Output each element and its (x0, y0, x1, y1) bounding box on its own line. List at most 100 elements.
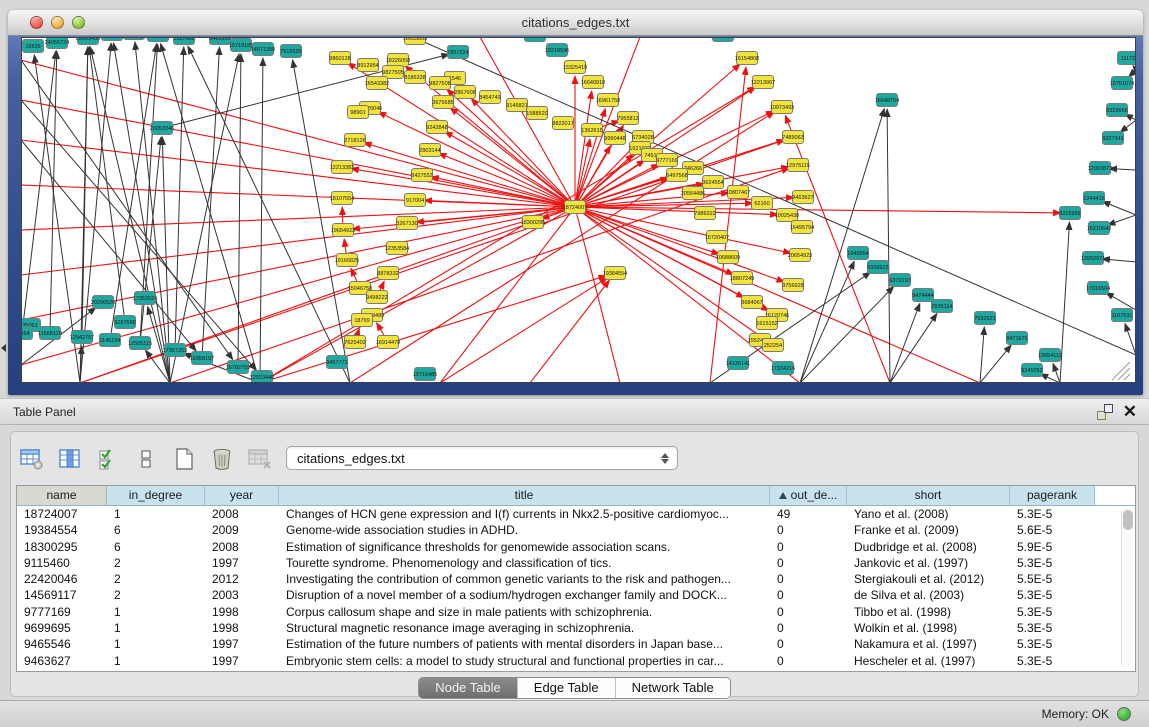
network-node[interactable]: 1362615 (581, 124, 602, 137)
table-row[interactable]: 969969511998Structural magnetic resonanc… (17, 620, 1135, 636)
network-node[interactable]: 11172 (1118, 52, 1136, 65)
network-edge[interactable] (800, 261, 854, 382)
table-settings-icon[interactable] (19, 446, 45, 472)
network-node[interactable]: 12213967 (751, 76, 775, 89)
network-node[interactable]: 10653287 (146, 38, 170, 42)
network-edge[interactable] (800, 109, 884, 382)
network-node[interactable]: 10025438 (775, 209, 799, 222)
network-node[interactable]: 9297588 (114, 316, 135, 329)
network-node[interactable]: 18724007 (563, 201, 587, 214)
network-node[interactable]: 15751074 (1110, 77, 1134, 90)
network-node[interactable]: 1640954 (847, 247, 868, 260)
network-edge[interactable] (22, 60, 575, 207)
network-node[interactable]: 2803144 (419, 144, 440, 157)
network-node[interactable]: 12975115 (786, 159, 810, 172)
network-node[interactable]: 6379197 (889, 274, 910, 287)
network-edge[interactable] (238, 54, 241, 367)
column-header-name[interactable]: name (17, 486, 107, 505)
column-visibility-icon[interactable] (57, 446, 83, 472)
network-edge[interactable] (1129, 70, 1135, 77)
network-node[interactable]: 12923448 (250, 371, 274, 383)
delete-table-icon[interactable] (247, 446, 273, 472)
network-node[interactable]: 917004 (405, 194, 426, 207)
network-node[interactable]: 9242848 (426, 121, 447, 134)
network-node[interactable]: 10807467 (726, 186, 750, 199)
network-node[interactable]: 1167531 (1111, 309, 1132, 322)
network-node[interactable]: 16635 (23, 40, 44, 53)
network-node[interactable]: 9756928 (782, 279, 803, 292)
network-node[interactable]: 18807249 (730, 272, 754, 285)
network-node[interactable]: 10688609 (716, 251, 740, 264)
network-node[interactable]: 16033809 (403, 38, 427, 45)
network-edge[interactable] (440, 207, 575, 382)
network-node[interactable]: 18107554 (330, 192, 354, 205)
network-edge[interactable] (175, 47, 184, 350)
network-node[interactable]: 7625402 (344, 336, 365, 349)
network-edge[interactable] (378, 112, 575, 207)
network-node[interactable]: 20053346 (150, 122, 174, 135)
network-edge[interactable] (1109, 168, 1135, 170)
network-node[interactable]: 12093873 (1088, 162, 1112, 175)
network-node[interactable]: 9777169 (656, 154, 677, 167)
network-edge[interactable] (1102, 259, 1135, 262)
table-row[interactable]: 911546021997Tourette syndrome. Phenomeno… (17, 555, 1135, 571)
network-edge[interactable] (980, 345, 1011, 382)
network-edge[interactable] (440, 278, 607, 382)
tab-node-table[interactable]: Node Table (419, 678, 518, 698)
network-node[interactable]: 16961758 (596, 94, 620, 107)
network-edge[interactable] (1133, 65, 1135, 70)
network-node[interactable]: 18831 (102, 38, 123, 41)
network-node[interactable]: 2935114 (931, 300, 952, 313)
network-node[interactable]: 10719185 (229, 39, 253, 52)
network-node[interactable]: 7632621 (974, 312, 995, 325)
network-edge[interactable] (22, 207, 575, 230)
network-node[interactable]: 6938923 (867, 261, 888, 274)
network-edge[interactable] (82, 47, 88, 337)
network-node[interactable]: 7515526 (280, 45, 301, 58)
network-node[interactable]: 8427552 (411, 169, 432, 182)
network-node[interactable]: 1615152 (756, 317, 777, 330)
network-node[interactable]: 20564486 (681, 187, 705, 200)
network-node[interactable]: 9227341 (1102, 132, 1123, 145)
network-edge[interactable] (1106, 293, 1135, 310)
network-node[interactable]: 6466160 (209, 38, 230, 45)
network-edge[interactable] (22, 140, 196, 351)
network-node[interactable]: 9146821 (506, 99, 527, 112)
network-node[interactable]: 18300295 (521, 216, 545, 229)
window-resize-grip[interactable] (1112, 362, 1130, 380)
network-node[interactable]: 7857224 (447, 46, 468, 59)
network-node[interactable]: 16640910 (581, 76, 605, 89)
network-node[interactable]: 10973493 (770, 101, 794, 114)
network-node[interactable]: 17353924 (133, 292, 157, 305)
network-node[interactable]: 19654923 (331, 224, 355, 237)
attribute-select-icon[interactable] (95, 446, 121, 472)
network-node[interactable]: 3624554 (702, 176, 723, 189)
network-node[interactable]: 16495794 (790, 221, 814, 234)
network-edge[interactable] (22, 60, 233, 360)
network-node[interactable]: 3675685 (432, 96, 453, 109)
network-node[interactable]: 1244415 (1083, 192, 1104, 205)
network-node[interactable]: 7986322 (694, 207, 715, 220)
table-row[interactable]: 2242004622012Investigating the contribut… (17, 571, 1135, 587)
network-node[interactable]: 9457771 (326, 356, 347, 369)
panel-collapse-arrow-icon[interactable] (1, 344, 6, 352)
network-node[interactable]: 19218596 (545, 44, 569, 57)
network-edge[interactable] (364, 143, 575, 207)
network-node[interactable]: 3684067 (741, 296, 762, 309)
network-node[interactable]: 16154808 (735, 52, 759, 65)
network-node[interactable]: 19716485 (413, 368, 437, 381)
column-header-short[interactable]: short (847, 486, 1010, 505)
table-row[interactable]: 1938455462009Genome-wide association stu… (17, 522, 1135, 538)
network-edge[interactable] (1102, 201, 1135, 215)
network-node[interactable]: 9101 (124, 38, 145, 40)
network-node[interactable]: 19384554 (603, 267, 627, 280)
network-node[interactable]: 14136141 (726, 357, 750, 370)
new-column-icon[interactable] (171, 446, 197, 472)
table-row[interactable]: 1830029562008Estimation of significance … (17, 539, 1135, 555)
table-row[interactable]: 977716911998Corpus callosum shape and si… (17, 604, 1135, 620)
close-panel-icon[interactable]: ✕ (1123, 404, 1137, 420)
network-node[interactable]: 16782759 (226, 361, 250, 374)
network-node[interactable]: 20654923 (788, 249, 812, 262)
network-node[interactable]: 9245052 (1021, 364, 1042, 377)
network-node[interactable]: 24055724 (45, 38, 69, 49)
